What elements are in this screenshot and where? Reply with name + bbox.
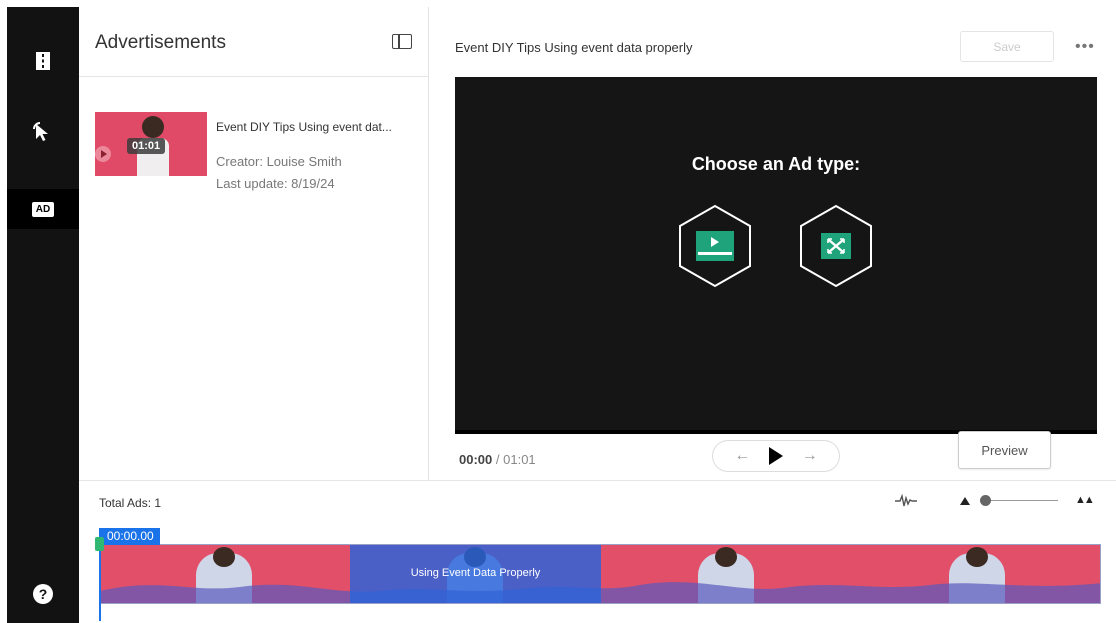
video-ad-type-button[interactable] [678,204,752,288]
play-icon[interactable] [768,447,783,465]
choose-ad-type-label: Choose an Ad type: [691,154,861,174]
zoom-slider-thumb[interactable] [980,495,991,506]
video-ad-icon [679,204,751,288]
expand-ad-icon [800,204,872,288]
ads-nav-button[interactable]: AD [7,189,79,229]
help-icon: ? [33,584,53,604]
timeline-divider [79,480,1116,481]
ad-entry[interactable]: 01:01 Event DIY Tips Using event dat... … [95,112,415,191]
overlay-ad-type-button[interactable] [799,204,873,288]
zoom-in-icon[interactable]: ▲▲ [1075,494,1095,506]
playback-controls: ← → [712,440,840,472]
cursor-click-icon[interactable] [7,112,79,152]
editor-title: Event DIY Tips Using event data properly [455,40,693,55]
total-time: 01:01 [503,452,536,467]
left-rail: AD ? [7,7,79,623]
video-canvas: Choose an Ad type: [455,77,1097,434]
time-separator: / [495,452,500,467]
entry-last-update: Last update: 8/19/24 [216,176,335,191]
panel-header: Advertisements [79,7,428,77]
timecode: 00:00 / 01:01 [459,452,536,467]
thumb-duration: 01:01 [127,138,166,154]
timeline-track[interactable]: Using Event Data Properly [99,544,1101,604]
ad-editor-app: AD ? Advertisements 01:01 Event DIY Tips… [0,0,1116,623]
playhead-handle[interactable] [95,537,104,551]
panel-toggle-icon[interactable] [392,34,412,49]
ad-thumbnail[interactable]: 01:01 [95,112,207,176]
next-arrow-icon[interactable]: → [802,447,818,465]
ad-icon: AD [31,201,55,217]
prev-arrow-icon[interactable]: ← [734,447,750,465]
advertisements-panel: Advertisements 01:01 Event DIY Tips Usin… [79,7,429,480]
help-button[interactable]: ? [7,574,79,614]
waveform-toggle-icon[interactable] [895,494,917,508]
zoom-out-icon[interactable] [960,497,970,505]
chapters-icon[interactable] [7,41,79,81]
total-ads-label: Total Ads: 1 [99,496,162,510]
panel-title: Advertisements [95,32,226,53]
thumb-person [142,116,164,138]
playhead-time: 00:00.00 [99,528,160,545]
save-button[interactable]: Save [960,31,1054,62]
more-options-icon[interactable]: ••• [1075,38,1095,56]
zoom-slider-track[interactable] [985,500,1058,501]
entry-creator: Creator: Louise Smith [216,154,342,169]
ad-segment-label: Using Event Data Properly [410,567,541,579]
entry-title: Event DIY Tips Using event dat... [216,120,392,134]
play-icon [95,146,111,162]
current-time: 00:00 [459,452,493,467]
preview-button[interactable]: Preview [958,431,1051,469]
